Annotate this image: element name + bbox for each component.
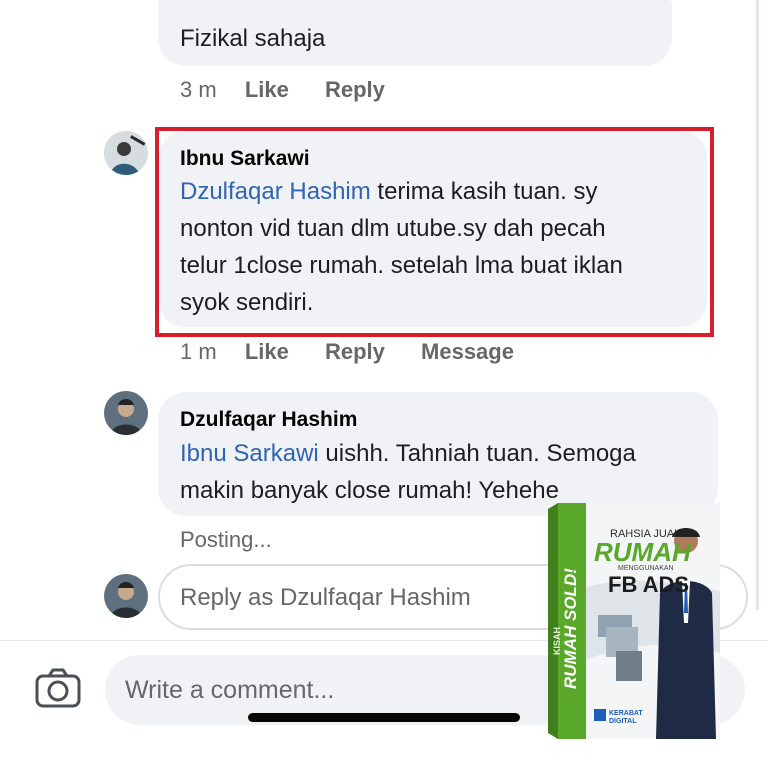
ad-spine-title: RUMAH SOLD! bbox=[561, 568, 580, 689]
comment-bubble-1: Fizikal sahaja bbox=[158, 0, 672, 66]
comment-bubble-3: Dzulfaqar Hashim Ibnu Sarkawi uishh. Tah… bbox=[158, 392, 718, 516]
comment-bubble-2: Ibnu Sarkawi Dzulfaqar Hashim terima kas… bbox=[159, 131, 707, 327]
reply-button[interactable]: Reply bbox=[325, 339, 385, 364]
avatar bbox=[104, 574, 148, 618]
posting-status: Posting... bbox=[180, 527, 272, 552]
user-photo-icon bbox=[104, 131, 148, 175]
comment-time: 3 m bbox=[180, 77, 217, 102]
user-photo-icon bbox=[104, 574, 148, 618]
avatar[interactable] bbox=[104, 131, 148, 175]
scrollbar[interactable] bbox=[756, 0, 759, 610]
home-indicator bbox=[248, 713, 520, 722]
user-photo-icon bbox=[104, 391, 148, 435]
mention-link[interactable]: Ibnu Sarkawi bbox=[180, 440, 319, 467]
comment-line: terima kasih tuan. sy bbox=[370, 178, 598, 205]
ad-title-2: FB ADS bbox=[608, 572, 690, 597]
comment-author[interactable]: Dzulfaqar Hashim bbox=[180, 408, 357, 432]
comment-line: uishh. Tahniah tuan. Semoga bbox=[318, 440, 636, 467]
camera-icon[interactable] bbox=[35, 668, 81, 708]
ad-subtitle: MENGGUNAKAN bbox=[618, 565, 674, 572]
comment-placeholder: Write a comment... bbox=[125, 676, 335, 704]
comment-line: telur 1close rumah. setelah lma buat ikl… bbox=[180, 252, 623, 279]
like-button[interactable]: Like bbox=[245, 339, 289, 364]
message-button[interactable]: Message bbox=[421, 339, 514, 364]
comment-line: nonton vid tuan dlm utube.sy dah pecah bbox=[180, 215, 606, 242]
ad-brand: KERABAT DIGITAL bbox=[609, 710, 643, 725]
comment-body: Ibnu Sarkawi uishh. Tahniah tuan. Semoga… bbox=[180, 435, 636, 509]
comment-actions-2: 1 m Like Reply Message bbox=[180, 339, 514, 365]
comment-text: Fizikal sahaja bbox=[180, 25, 326, 52]
comment-body: Dzulfaqar Hashim terima kasih tuan. sy n… bbox=[180, 173, 623, 321]
avatar[interactable] bbox=[104, 391, 148, 435]
like-button[interactable]: Like bbox=[245, 77, 289, 102]
comment-actions-1: 3 m Like Reply bbox=[180, 77, 385, 103]
comment-line: syok sendiri. bbox=[180, 289, 314, 316]
comment-time: 1 m bbox=[180, 339, 217, 364]
mention-link[interactable]: Dzulfaqar Hashim bbox=[180, 178, 371, 205]
product-box-ad: KISAH RUMAH SOLD! RAHSIA JUAL RUMAH MENG… bbox=[548, 503, 720, 739]
reply-placeholder: Reply as Dzulfaqar Hashim bbox=[180, 584, 471, 611]
comment-author[interactable]: Ibnu Sarkawi bbox=[180, 147, 310, 171]
ad-title: RUMAH bbox=[594, 537, 691, 567]
reply-button[interactable]: Reply bbox=[325, 77, 385, 102]
